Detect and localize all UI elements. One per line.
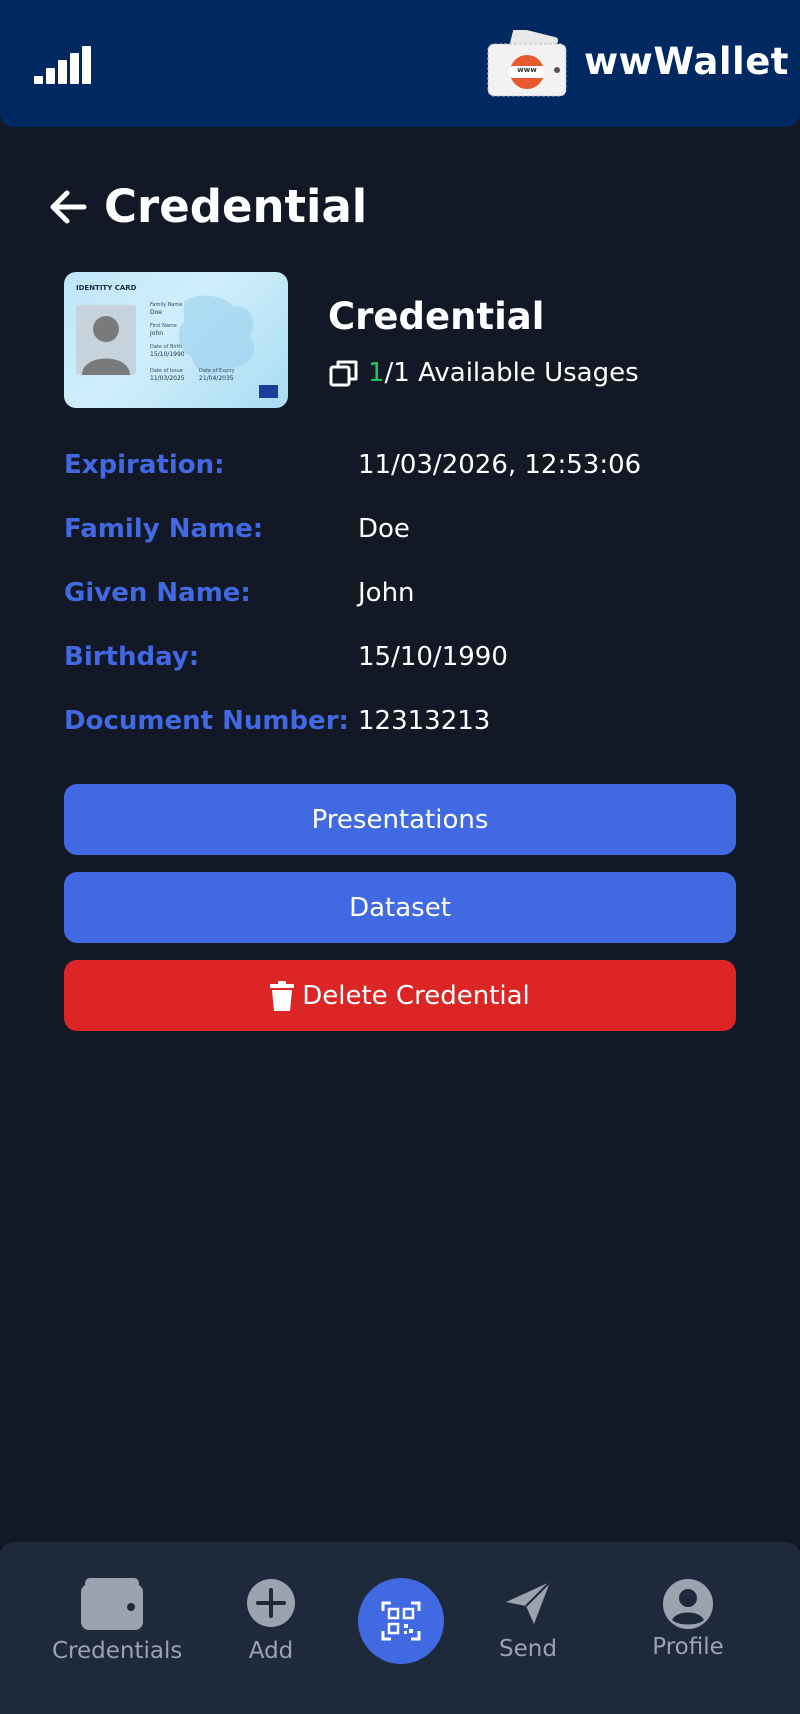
- detail-value: 11/03/2026, 12:53:06: [358, 450, 642, 480]
- card-issue: 11/03/2025: [150, 375, 185, 382]
- card-dob: 15/10/1990: [150, 351, 185, 358]
- dataset-button[interactable]: Dataset: [64, 872, 736, 943]
- user-circle-icon: [663, 1579, 713, 1629]
- usages-available-count: 1: [368, 358, 385, 388]
- card-first-name: John: [150, 330, 164, 337]
- eu-flag-icon: [259, 385, 278, 398]
- nav-profile[interactable]: Profile: [640, 1578, 736, 1660]
- copy-icon: [329, 360, 358, 387]
- detail-value: John: [358, 578, 415, 608]
- nav-send-label: Send: [499, 1636, 557, 1662]
- nav-profile-label: Profile: [652, 1634, 724, 1660]
- detail-row-given-name: Given Name: John: [64, 578, 744, 618]
- detail-value: 12313213: [358, 706, 491, 736]
- wallet-logo-icon: www: [486, 27, 570, 98]
- credential-card-image[interactable]: IDENTITY CARD Family Name Doe First Name…: [64, 272, 288, 408]
- usages-indicator: 1 /1 Available Usages: [328, 355, 639, 391]
- plus-circle-icon: [247, 1579, 295, 1627]
- wallet-icon: [81, 1578, 143, 1630]
- detail-label: Given Name:: [64, 578, 251, 608]
- detail-row-birthday: Birthday: 15/10/1990: [64, 642, 744, 682]
- card-issue-label: Date of Issue: [150, 368, 183, 374]
- delete-credential-button[interactable]: Delete Credential: [64, 960, 736, 1031]
- card-title: IDENTITY CARD: [76, 284, 137, 292]
- delete-credential-label: Delete Credential: [302, 980, 530, 1011]
- signal-bars-icon: [34, 46, 91, 84]
- detail-label: Birthday:: [64, 642, 200, 672]
- logo-text: www: [517, 66, 537, 74]
- usages-text: /1 Available Usages: [384, 358, 639, 388]
- card-expiry: 21/04/2035: [199, 375, 234, 382]
- card-first-name-label: First Name: [150, 323, 177, 329]
- qr-code-icon: [381, 1601, 421, 1641]
- credential-name: Credential: [328, 295, 545, 338]
- portrait-photo-icon: [76, 305, 136, 375]
- app-brand: wwWallet: [584, 40, 789, 83]
- detail-label: Document Number:: [64, 706, 349, 736]
- presentations-button[interactable]: Presentations: [64, 784, 736, 855]
- detail-label: Family Name:: [64, 514, 264, 544]
- app-header: www wwWallet: [0, 0, 800, 127]
- nav-add-label: Add: [248, 1638, 294, 1664]
- send-icon: [506, 1581, 551, 1624]
- arrow-left-icon[interactable]: [46, 186, 88, 228]
- card-family-name-label: Family Name: [150, 302, 183, 308]
- nav-credentials[interactable]: Credentials: [52, 1576, 183, 1664]
- card-dob-label: Date of Birth: [150, 344, 182, 350]
- nav-send[interactable]: Send: [490, 1580, 566, 1662]
- presentations-button-label: Presentations: [311, 804, 489, 835]
- detail-value: Doe: [358, 514, 410, 544]
- dataset-button-label: Dataset: [349, 892, 451, 923]
- nav-credentials-label: Credentials: [52, 1638, 183, 1664]
- scan-qr-button[interactable]: [358, 1578, 444, 1664]
- card-expiry-label: Date of Expiry: [199, 368, 235, 374]
- detail-row-family-name: Family Name: Doe: [64, 514, 744, 554]
- detail-row-expiration: Expiration: 11/03/2026, 12:53:06: [64, 450, 744, 490]
- nav-add[interactable]: Add: [236, 1578, 306, 1664]
- trash-icon: [270, 980, 295, 1011]
- detail-label: Expiration:: [64, 450, 225, 480]
- card-family-name: Doe: [150, 309, 162, 316]
- detail-row-document-number: Document Number: 12313213: [64, 706, 744, 746]
- detail-value: 15/10/1990: [358, 642, 508, 672]
- page-title: Credential: [104, 180, 368, 233]
